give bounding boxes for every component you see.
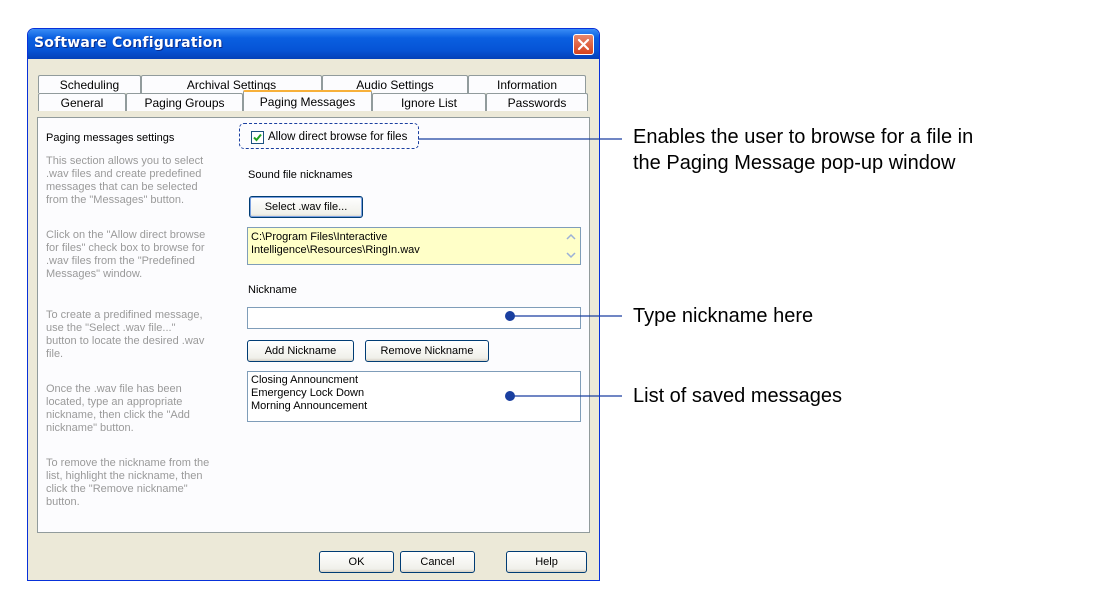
allow-browse-label[interactable]: Allow direct browse for files xyxy=(268,131,407,144)
list-item[interactable]: Emergency Lock Down xyxy=(251,387,580,400)
help-paragraph-4: Once the .wav file has been located, type… xyxy=(46,383,190,434)
ok-button[interactable]: OK xyxy=(319,551,394,573)
list-item[interactable]: Closing Announcment xyxy=(251,374,580,387)
saved-messages-list[interactable]: Closing Announcment Emergency Lock Down … xyxy=(247,371,581,422)
tab-passwords[interactable]: Passwords xyxy=(486,93,588,111)
section-heading: Paging messages settings xyxy=(46,132,175,144)
cancel-button[interactable]: Cancel xyxy=(400,551,475,573)
help-paragraph-5: To remove the nickname from the list, hig… xyxy=(46,457,210,508)
add-nickname-button[interactable]: Add Nickname xyxy=(247,340,354,362)
list-item[interactable]: Morning Announcement xyxy=(251,400,580,413)
tab-general[interactable]: General xyxy=(38,93,126,111)
wav-path-field[interactable]: C:\Program Files\Interactive Intelligence… xyxy=(247,227,581,265)
tab-information[interactable]: Information xyxy=(468,75,586,93)
help-paragraph-3: To create a predifined message, use the "… xyxy=(46,309,205,360)
close-icon xyxy=(577,38,590,51)
window-title: Software Configuration xyxy=(34,35,223,51)
select-wav-button[interactable]: Select .wav file... xyxy=(249,196,363,218)
tab-ignore-list[interactable]: Ignore List xyxy=(372,93,486,111)
nickname-label: Nickname xyxy=(248,284,297,296)
tab-paging-messages[interactable]: Paging Messages xyxy=(243,90,372,111)
scroll-down-icon[interactable] xyxy=(563,247,579,263)
tab-paging-groups[interactable]: Paging Groups xyxy=(126,93,243,111)
software-configuration-dialog: Software Configuration Scheduling Archiv… xyxy=(27,28,600,581)
help-button[interactable]: Help xyxy=(506,551,587,573)
allow-browse-checkbox[interactable] xyxy=(251,131,264,144)
help-paragraph-1: This section allows you to select .wav fi… xyxy=(46,155,204,206)
scroll-up-icon[interactable] xyxy=(563,229,579,245)
tab-scheduling[interactable]: Scheduling xyxy=(38,75,141,93)
annotation-browse: Enables the user to browse for a file in… xyxy=(633,126,974,174)
annotation-messages: List of saved messages xyxy=(633,385,842,407)
annotation-nickname: Type nickname here xyxy=(633,305,814,327)
nickname-input[interactable] xyxy=(247,307,581,329)
sound-file-label: Sound file nicknames xyxy=(248,169,353,181)
remove-nickname-button[interactable]: Remove Nickname xyxy=(365,340,489,362)
title-bar: Software Configuration xyxy=(28,29,599,59)
help-paragraph-2: Click on the "Allow direct browse for fil… xyxy=(46,229,206,280)
close-button[interactable] xyxy=(573,34,594,55)
checkmark-icon xyxy=(253,133,262,142)
